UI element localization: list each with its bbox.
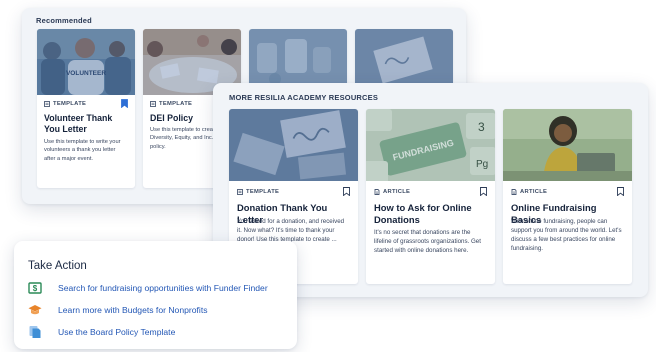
card-image-volunteers: VOLUNTEER [37,29,135,95]
take-action-link[interactable]: Learn more with Budgets for Nonprofits [58,305,208,315]
take-action-item-funder-finder[interactable]: $ Search for fundraising opportunities w… [28,281,268,295]
template-icon [237,189,243,195]
take-action-panel: Take Action $ Search for fundraising opp… [14,241,297,349]
graduation-cap-icon [28,305,42,315]
card-type-label: TEMPLATE [44,101,86,107]
card-image-thank-you-notes [229,109,358,181]
dollar-bill-icon: $ [28,282,42,294]
take-action-title: Take Action [28,260,87,272]
card-image-fundraising-keyboard: 3 Pg FUNDRAISING [366,109,495,181]
card-image-woman-laptop [503,109,632,181]
template-icon [150,101,156,107]
card-type-text: TEMPLATE [53,101,87,107]
take-action-item-board-policy[interactable]: Use the Board Policy Template [28,325,175,339]
card-type-label: TEMPLATE [237,189,279,195]
resource-card-volunteer-thank-you[interactable]: VOLUNTEER TEMPLATE Volunteer Thank You L… [37,29,135,188]
take-action-item-budgets[interactable]: Learn more with Budgets for Nonprofits [28,303,208,317]
bookmark-icon[interactable] [343,187,350,196]
card-type-label: ARTICLE [511,189,547,195]
take-action-link[interactable]: Search for fundraising opportunities wit… [58,283,268,293]
take-action-link[interactable]: Use the Board Policy Template [58,327,175,337]
card-type-text: ARTICLE [520,189,548,195]
recommended-title: Recommended [36,16,92,25]
article-icon [374,189,380,195]
card-type-text: TEMPLATE [159,101,193,107]
bookmark-filled-icon[interactable] [121,99,128,108]
documents-icon [29,326,41,338]
card-description: Use this template to write your voluntee… [44,139,121,162]
template-icon [44,101,50,107]
card-type-text: TEMPLATE [246,189,280,195]
article-icon [511,189,517,195]
resource-card-online-fundraising[interactable]: ARTICLE Online Fundraising Basics With o… [503,109,632,284]
card-title[interactable]: How to Ask for Online Donations [374,202,487,226]
resources-title: MORE RESILIA ACADEMY RESOURCES [229,93,379,102]
card-type-text: ARTICLE [383,189,411,195]
card-description: With online fundraising, people can supp… [511,218,622,252]
card-type-label: ARTICLE [374,189,410,195]
card-description: It's no secret that donations are the li… [374,229,481,254]
bookmark-icon[interactable] [480,187,487,196]
card-type-label: TEMPLATE [150,101,192,107]
bookmark-icon[interactable] [617,187,624,196]
card-title[interactable]: Volunteer Thank You Letter [44,113,127,135]
svg-text:$: $ [33,284,38,293]
resource-card-online-donations[interactable]: 3 Pg FUNDRAISING ARTICLE How to Ask for … [366,109,495,284]
